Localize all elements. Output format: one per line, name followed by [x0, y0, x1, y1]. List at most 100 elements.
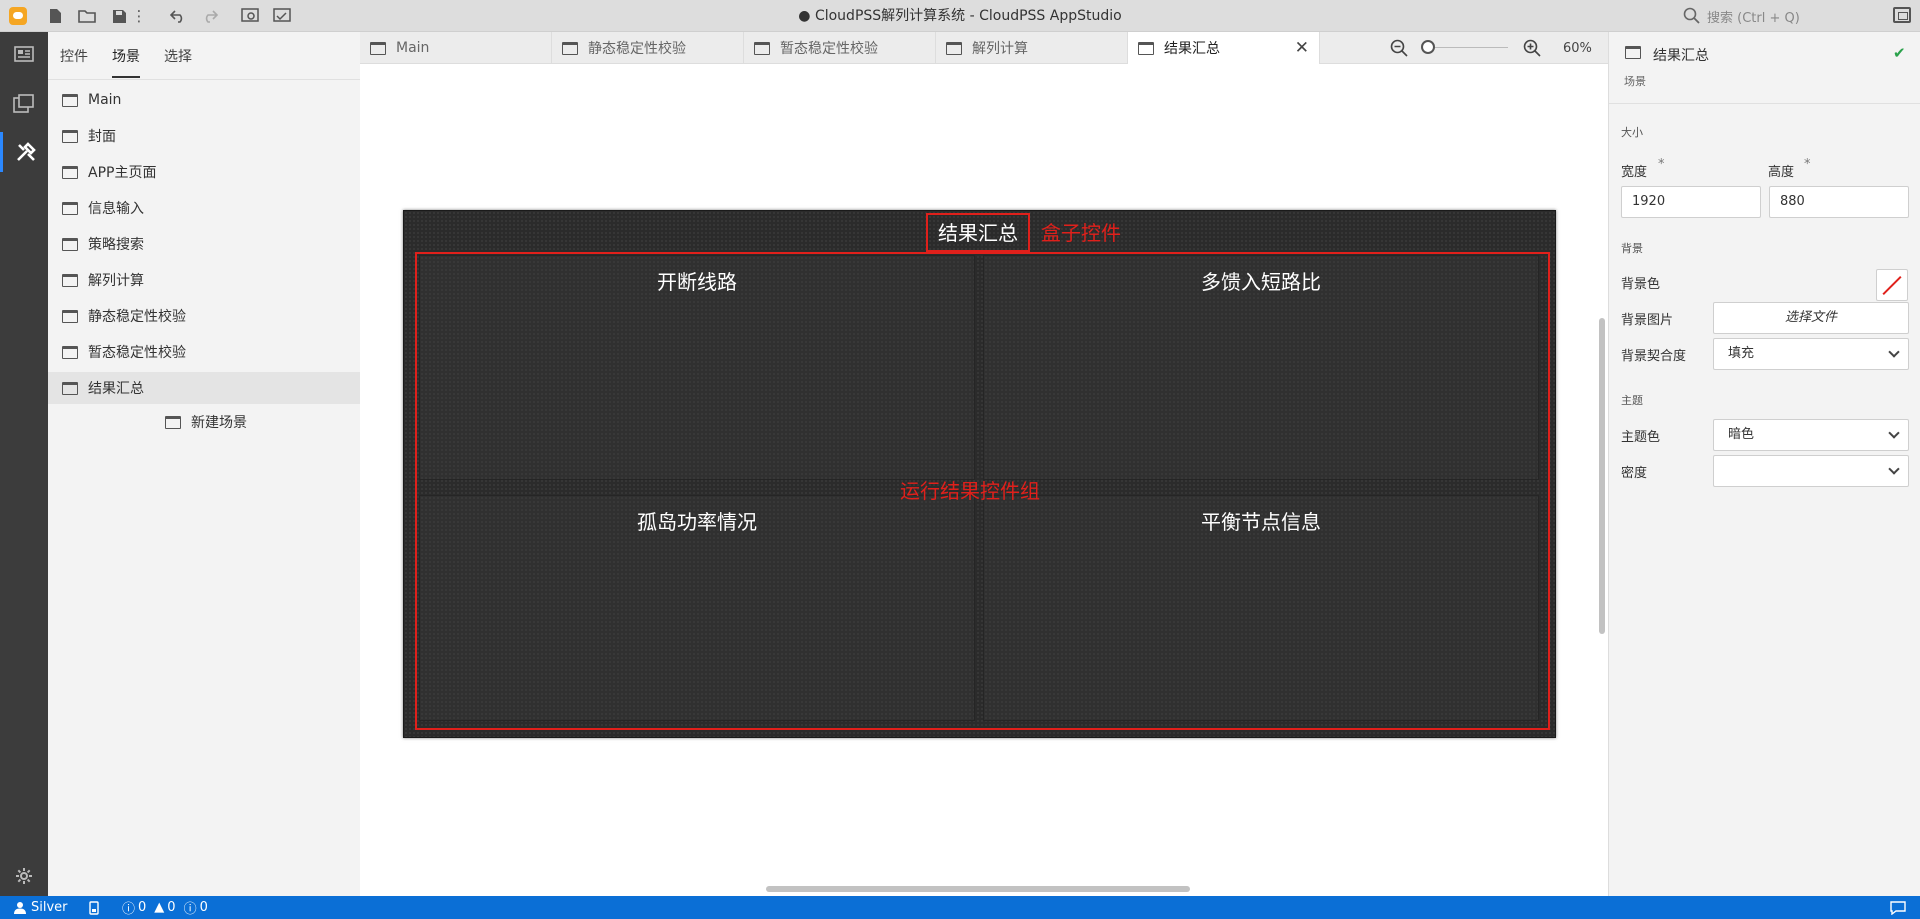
scene-name[interactable]: 结果汇总	[1653, 45, 1709, 65]
undo-icon[interactable]	[167, 5, 189, 27]
bg-fit-select[interactable]: 填充	[1713, 338, 1909, 370]
zoom-out-icon[interactable]	[1390, 32, 1408, 64]
window-icon	[62, 129, 78, 143]
new-scene-label: 新建场景	[191, 415, 247, 431]
new-scene-button[interactable]: 新建场景	[48, 406, 360, 438]
feedback-icon[interactable]	[1890, 896, 1906, 919]
user-status[interactable]: Silver	[14, 896, 68, 919]
dashboard-icon[interactable]	[0, 34, 48, 74]
scene-item-transient-stability[interactable]: 暂态稳定性校验	[48, 336, 360, 368]
tools-icon[interactable]	[0, 132, 48, 172]
density-select[interactable]	[1713, 455, 1909, 487]
scene-label: 封面	[88, 129, 116, 145]
scene-label: 策略搜索	[88, 237, 144, 253]
box-control-annotation: 盒子控件	[1041, 221, 1121, 245]
chevron-down-icon	[1888, 346, 1900, 358]
tab-selection[interactable]: 选择	[164, 46, 192, 76]
problems-status[interactable]: ⓘ 0 ▲ 0 ⓘ 0	[122, 896, 208, 919]
publish-icon[interactable]	[271, 5, 293, 27]
tab-transient-stability[interactable]: 暂态稳定性校验	[744, 32, 936, 64]
confirm-check-icon[interactable]: ✔	[1893, 44, 1906, 62]
scene-label: Main	[88, 92, 122, 108]
scene-item-strategy-search[interactable]: 策略搜索	[48, 228, 360, 260]
tab-controls[interactable]: 控件	[60, 46, 88, 76]
tab-label: Main	[396, 40, 430, 56]
window-icon	[62, 93, 78, 107]
zoom-in-icon[interactable]	[1523, 32, 1541, 64]
window-icon	[62, 201, 78, 215]
redo-icon[interactable]	[199, 5, 221, 27]
tab-static-stability[interactable]: 静态稳定性校验	[552, 32, 744, 64]
window-icon	[62, 237, 78, 251]
choose-file-button[interactable]: 选择文件	[1713, 302, 1909, 334]
scene-item-main[interactable]: Main	[48, 84, 360, 116]
chevron-down-icon	[1888, 427, 1900, 439]
tab-result-summary[interactable]: 结果汇总 ✕	[1128, 32, 1320, 64]
window-icon	[370, 41, 386, 55]
scene-item-info-input[interactable]: 信息输入	[48, 192, 360, 224]
density-label: 密度	[1621, 466, 1648, 481]
info-count: 0	[199, 900, 208, 915]
theme-color-select[interactable]: 暗色	[1713, 419, 1909, 451]
search-placeholder: 搜索 (Ctrl + Q)	[1707, 10, 1800, 26]
tab-label: 暂态稳定性校验	[780, 41, 878, 57]
tab-label: 解列计算	[972, 41, 1028, 57]
title-bar: ⋮ ● CloudPSS解列计算系统 - CloudPSS AppStudio …	[0, 0, 1920, 32]
device-icon[interactable]	[89, 896, 99, 919]
save-icon[interactable]	[108, 5, 130, 27]
scene-item-splitting-calc[interactable]: 解列计算	[48, 264, 360, 296]
width-field[interactable]: 1920	[1621, 186, 1761, 218]
height-field[interactable]: 880	[1769, 186, 1909, 218]
size-section-title: 大小	[1621, 126, 1643, 139]
properties-header: 结果汇总 场景	[1609, 32, 1920, 104]
bg-fit-value: 填充	[1728, 346, 1755, 361]
scene-panel: 控件 场景 选择 Main 封面 APP主页面 信息输入 策略搜索 解列计算 静…	[48, 32, 360, 896]
search-box[interactable]: 搜索 (Ctrl + Q)	[1683, 4, 1883, 28]
info-icon: ⓘ	[183, 902, 197, 917]
width-required-mark: *	[1658, 157, 1665, 172]
tab-splitting-calc[interactable]: 解列计算	[936, 32, 1128, 64]
tab-scenes[interactable]: 场景	[112, 46, 140, 78]
scene-item-app-home[interactable]: APP主页面	[48, 156, 360, 188]
scene-item-result-summary[interactable]: 结果汇总	[48, 372, 360, 404]
more-icon[interactable]: ⋮	[132, 5, 147, 27]
window-icon	[754, 41, 770, 55]
open-folder-icon[interactable]	[76, 5, 98, 27]
window-icon	[62, 309, 78, 323]
search-icon	[1683, 7, 1700, 24]
error-icon: ⓘ	[122, 902, 136, 917]
tab-label: 结果汇总	[1164, 41, 1220, 57]
layout-icon[interactable]	[0, 84, 48, 124]
zoom-slider[interactable]	[1424, 47, 1508, 48]
zoom-slider-handle[interactable]	[1421, 40, 1435, 54]
error-count: 0	[138, 900, 147, 915]
chevron-down-icon	[1888, 463, 1900, 475]
window-layout-icon[interactable]	[1893, 7, 1911, 23]
close-icon[interactable]: ✕	[1295, 38, 1309, 58]
window-icon	[1138, 41, 1154, 55]
scene-label: 静态稳定性校验	[88, 309, 186, 325]
tab-main[interactable]: Main	[360, 32, 552, 64]
bg-color-swatch[interactable]	[1876, 269, 1908, 301]
theme-color-value: 暗色	[1728, 427, 1755, 442]
width-label: 宽度	[1621, 165, 1648, 180]
scene-item-static-stability[interactable]: 静态稳定性校验	[48, 300, 360, 332]
scene-label: 信息输入	[88, 201, 144, 217]
window-icon	[62, 381, 78, 395]
properties-panel: 结果汇总 场景 大小 宽度 * 高度 * 1920 880 背景 背景色 背景图…	[1608, 32, 1920, 896]
vertical-scrollbar[interactable]	[1599, 318, 1605, 634]
gear-icon[interactable]	[0, 856, 48, 896]
preview-icon[interactable]	[239, 5, 261, 27]
height-required-mark: *	[1804, 157, 1811, 172]
horizontal-scrollbar[interactable]	[766, 886, 1190, 892]
scene-label: 暂态稳定性校验	[88, 345, 186, 361]
box-control-highlight	[926, 213, 1030, 252]
theme-color-label: 主题色	[1621, 430, 1661, 445]
bg-color-label: 背景色	[1621, 277, 1661, 292]
theme-section-title: 主题	[1621, 394, 1643, 407]
height-label: 高度	[1768, 165, 1795, 180]
new-file-icon[interactable]	[44, 5, 66, 27]
bg-fit-label: 背景契合度	[1621, 349, 1687, 364]
bg-image-label: 背景图片	[1621, 313, 1674, 328]
scene-item-cover[interactable]: 封面	[48, 120, 360, 152]
